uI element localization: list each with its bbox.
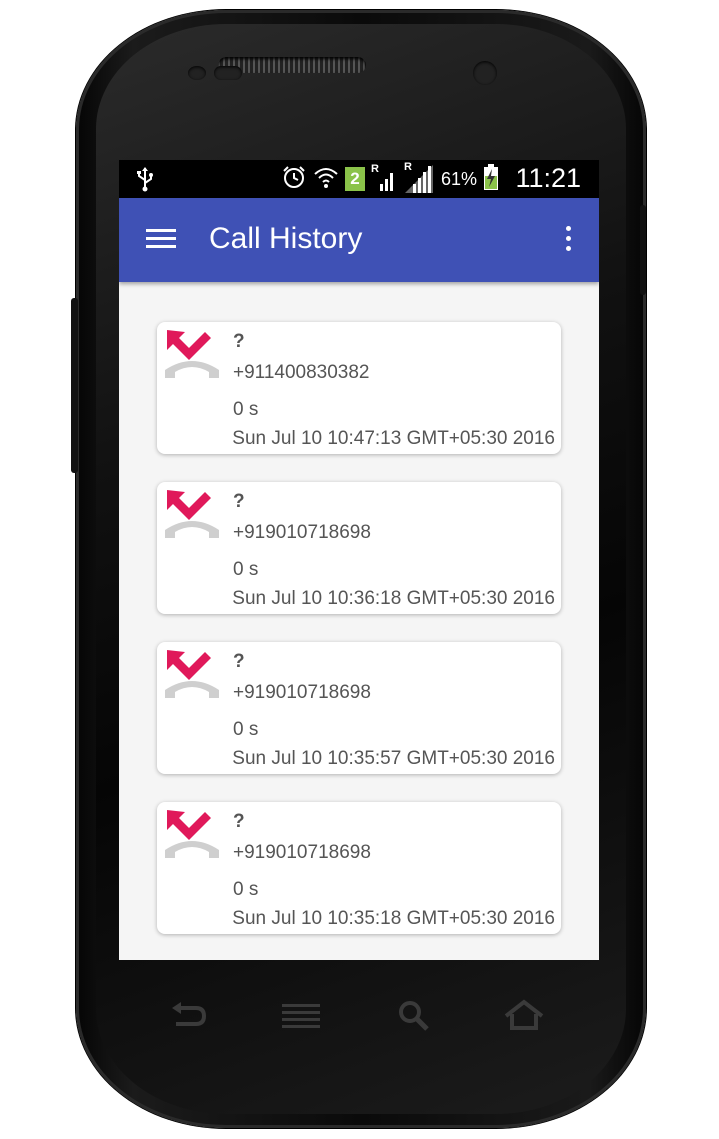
screen: 2 R R 61% 11:21 Call History ? +91140083… xyxy=(119,160,599,960)
volume-button xyxy=(71,298,78,473)
caller-number: +919010718698 xyxy=(233,682,371,703)
call-card[interactable]: ? +919010718698 0 s Sun Jul 10 10:35:57 … xyxy=(157,642,561,774)
menu-icon[interactable] xyxy=(280,998,330,1038)
caller-number: +919010718698 xyxy=(233,522,371,543)
page-title: Call History xyxy=(209,222,363,255)
status-clock: 11:21 xyxy=(515,163,581,193)
call-duration: 0 s xyxy=(233,399,259,420)
sim-badge: 2 xyxy=(345,167,365,191)
roaming-label-2: R xyxy=(404,161,412,173)
missed-call-icon xyxy=(163,806,221,862)
call-date: Sun Jul 10 10:36:18 GMT+05:30 2016 xyxy=(232,588,555,609)
call-duration: 0 s xyxy=(233,719,259,740)
hardware-nav-bar xyxy=(150,998,570,1038)
usb-icon xyxy=(135,166,155,197)
signal-icon: R xyxy=(371,163,397,192)
call-date: Sun Jul 10 10:35:57 GMT+05:30 2016 xyxy=(232,748,555,769)
call-duration: 0 s xyxy=(233,559,259,580)
call-list[interactable]: ? +911400830382 0 s Sun Jul 10 10:47:13 … xyxy=(119,282,599,960)
missed-call-icon xyxy=(163,486,221,542)
caller-name: ? xyxy=(233,651,245,672)
caller-number: +919010718698 xyxy=(233,842,371,863)
caller-name: ? xyxy=(233,331,245,352)
light-sensor xyxy=(214,66,242,80)
status-bar: 2 R R 61% 11:21 xyxy=(119,160,599,198)
app-bar: Call History xyxy=(119,198,599,282)
proximity-sensor xyxy=(188,66,206,80)
caller-name: ? xyxy=(233,491,245,512)
signal-icon-2: R xyxy=(403,161,435,194)
search-icon[interactable] xyxy=(396,998,446,1038)
alarm-clock-icon xyxy=(281,164,307,195)
missed-call-icon xyxy=(163,646,221,702)
back-icon[interactable] xyxy=(168,998,218,1038)
caller-number: +911400830382 xyxy=(233,362,370,383)
call-date: Sun Jul 10 10:35:18 GMT+05:30 2016 xyxy=(232,908,555,929)
wifi-icon xyxy=(313,164,339,195)
home-icon[interactable] xyxy=(502,998,552,1038)
battery-percent: 61% xyxy=(441,168,478,189)
missed-call-icon xyxy=(163,326,221,382)
call-card[interactable]: ? +919010718698 0 s Sun Jul 10 10:36:18 … xyxy=(157,482,561,614)
caller-name: ? xyxy=(233,811,245,832)
battery-charging-icon xyxy=(483,163,499,196)
call-date: Sun Jul 10 10:47:13 GMT+05:30 2016 xyxy=(232,428,555,449)
power-button xyxy=(640,205,646,295)
call-card[interactable]: ? +911400830382 0 s Sun Jul 10 10:47:13 … xyxy=(157,322,561,454)
more-vert-icon[interactable] xyxy=(563,226,573,254)
hamburger-menu-icon[interactable] xyxy=(146,229,176,253)
front-camera xyxy=(473,61,497,85)
call-duration: 0 s xyxy=(233,879,259,900)
call-card[interactable]: ? +919010718698 0 s Sun Jul 10 10:35:18 … xyxy=(157,802,561,934)
